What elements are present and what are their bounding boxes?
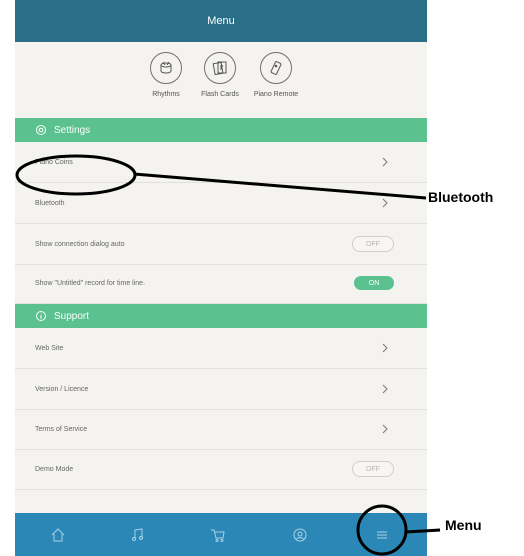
connection-dialog-toggle[interactable]: OFF — [352, 236, 394, 252]
untitled-record-toggle[interactable]: ON — [354, 276, 394, 290]
info-icon — [36, 311, 46, 321]
music-note-icon[interactable] — [129, 526, 147, 544]
row-label: Terms of Service — [35, 425, 88, 433]
version-licence-row[interactable]: Version / Licence — [15, 369, 427, 410]
support-section-header: Support — [15, 304, 427, 328]
demo-mode-toggle[interactable]: OFF — [352, 461, 394, 477]
drum-icon — [150, 52, 182, 84]
piano-remote-button[interactable]: Piano Remote — [241, 52, 311, 98]
cart-icon[interactable] — [209, 526, 227, 544]
gear-icon — [36, 125, 46, 135]
bottom-tab-bar — [15, 513, 427, 556]
settings-section-header: Settings — [15, 118, 427, 142]
chevron-right-icon — [382, 343, 388, 353]
row-label: Demo Mode — [35, 465, 74, 473]
demo-mode-row: Demo Mode OFF — [15, 449, 427, 490]
user-icon[interactable] — [291, 526, 309, 544]
chevron-right-icon — [382, 157, 388, 167]
chevron-right-icon — [382, 198, 388, 208]
support-title: Support — [54, 310, 90, 322]
app-window: Menu Rhythms Flash Cards Piano Remote Se… — [15, 0, 427, 556]
connection-dialog-row: Show connection dialog auto OFF — [15, 224, 427, 265]
untitled-record-row: Show "Untitled" record for time line. ON — [15, 263, 427, 304]
chevron-right-icon — [382, 384, 388, 394]
row-label: Version / Licence — [35, 385, 89, 393]
row-label: Show "Untitled" record for time line. — [35, 279, 146, 287]
row-label: Piano Coins — [35, 158, 73, 166]
bluetooth-row[interactable]: Bluetooth — [15, 183, 427, 224]
page-title: Menu — [207, 15, 235, 27]
piano-coins-row[interactable]: Piano Coins — [15, 142, 427, 183]
menu-icon[interactable] — [373, 526, 391, 544]
title-bar: Menu — [15, 0, 427, 42]
flash-cards-icon — [204, 52, 236, 84]
settings-title: Settings — [54, 124, 91, 136]
home-icon[interactable] — [49, 526, 67, 544]
row-label: Web Site — [35, 344, 64, 352]
chevron-right-icon — [382, 424, 388, 434]
bluetooth-callout-label: Bluetooth — [428, 189, 494, 205]
quick-icons-row: Rhythms Flash Cards Piano Remote — [15, 52, 427, 112]
web-site-row[interactable]: Web Site — [15, 328, 427, 369]
terms-of-service-row[interactable]: Terms of Service — [15, 409, 427, 450]
row-label: Show connection dialog auto — [35, 240, 125, 248]
menu-callout-label: Menu — [445, 517, 482, 533]
row-label: Bluetooth — [35, 199, 65, 207]
piano-remote-label: Piano Remote — [253, 91, 299, 98]
remote-icon — [260, 52, 292, 84]
